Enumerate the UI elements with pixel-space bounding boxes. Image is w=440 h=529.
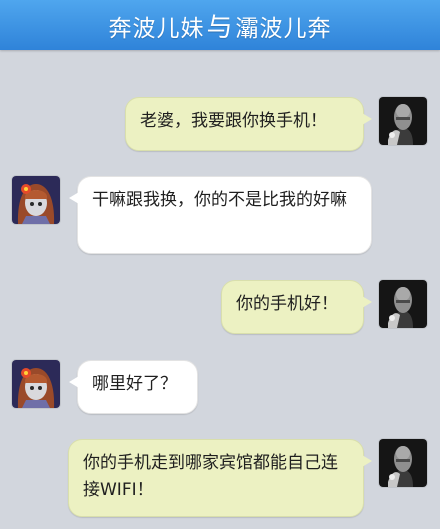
chat-header: 奔波儿妹与灞波儿奔 <box>0 0 440 50</box>
message-text: 干嘛跟我换，你的不是比我的好嘛 <box>92 190 347 210</box>
message-text: 你的手机好！ <box>236 294 338 314</box>
message-text: 老婆，我要跟你换手机！ <box>140 111 327 131</box>
male-avatar-icon[interactable] <box>379 280 427 328</box>
title-connector: 与 <box>206 12 234 43</box>
message-bubble-received[interactable]: 干嘛跟我换，你的不是比我的好嘛 <box>69 176 372 254</box>
female-avatar-icon[interactable] <box>12 360 60 408</box>
message-text: 你的手机走到哪家宾馆都能自己连接WIFI！ <box>83 453 338 500</box>
message-bubble-sent[interactable]: 你的手机好！ <box>221 280 372 334</box>
male-avatar-icon[interactable] <box>379 97 427 145</box>
male-avatar-icon[interactable] <box>379 439 427 487</box>
message-text: 哪里好了？ <box>92 374 177 394</box>
title-right-name: 灞波儿奔 <box>235 15 332 42</box>
message-bubble-sent[interactable]: 老婆，我要跟你换手机！ <box>125 97 372 151</box>
female-avatar-icon[interactable] <box>12 176 60 224</box>
title-left-name: 奔波儿妹 <box>108 15 205 42</box>
message-bubble-sent[interactable]: 你的手机走到哪家宾馆都能自己连接WIFI！ <box>68 439 372 517</box>
chat-title: 奔波儿妹与灞波儿奔 <box>108 7 331 44</box>
chat-screen: 奔波儿妹与灞波儿奔 老婆，我要跟你换手机！ 干嘛跟我换，你的不是比我的好嘛 你的… <box>0 0 440 529</box>
message-bubble-received[interactable]: 哪里好了？ <box>69 360 198 414</box>
